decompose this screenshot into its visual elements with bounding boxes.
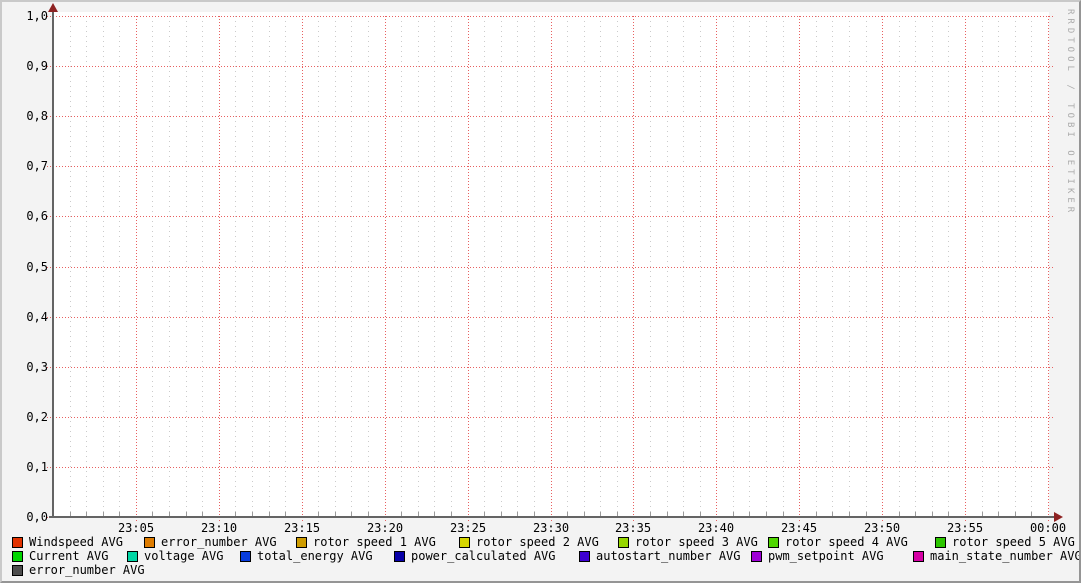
- gridline-major-v: [219, 16, 220, 521]
- gridline-major-h: [47, 166, 1055, 167]
- gridline-major-h: [47, 367, 1055, 368]
- y-tick-label: 0,5: [26, 260, 48, 274]
- legend-color-swatch: [459, 537, 470, 548]
- gridline-major-v: [385, 16, 386, 521]
- legend-color-swatch: [296, 537, 307, 548]
- legend-color-swatch: [12, 537, 23, 548]
- gridline-major-h: [47, 417, 1055, 418]
- rrdtool-graph: RRDTOOL / TOBI OETIKER 1,0 0,9 0,8 0,7 0,6 0,…: [0, 0, 1081, 583]
- legend-label: Windspeed AVG: [29, 535, 123, 549]
- gridline-major-v: [136, 16, 137, 521]
- gridline-major-v: [965, 16, 966, 521]
- legend-color-swatch: [935, 537, 946, 548]
- legend-item: total_energy AVG: [240, 550, 373, 563]
- y-tick-label: 0,2: [26, 410, 48, 424]
- y-tick-label: 0,4: [26, 310, 48, 324]
- legend-label: rotor speed 2 AVG: [476, 535, 599, 549]
- gridline-major-v: [882, 16, 883, 521]
- legend-label: total_energy AVG: [257, 549, 373, 563]
- x-tick-label: 00:00: [1029, 521, 1067, 535]
- y-tick-label: 0,7: [26, 159, 48, 173]
- y-axis-line: [52, 11, 54, 518]
- y-tick-label: 0,1: [26, 460, 48, 474]
- legend-item: rotor speed 1 AVG: [296, 536, 436, 549]
- gridline-major-v: [1048, 16, 1049, 521]
- legend-color-swatch: [12, 565, 23, 576]
- gridline-major-h: [47, 16, 1055, 17]
- gridline-major-h: [47, 467, 1055, 468]
- gridline-major-v: [716, 16, 717, 521]
- gridline-major-h: [47, 267, 1055, 268]
- legend-label: main_state_number AVG: [930, 549, 1081, 563]
- gridline-major-h: [47, 66, 1055, 67]
- legend-label: rotor speed 3 AVG: [635, 535, 758, 549]
- legend-item: main_state_number AVG: [913, 549, 1081, 563]
- gridline-major-v: [633, 16, 634, 521]
- x-tick-label: 23:15: [283, 521, 321, 535]
- x-tick-label: 23:45: [780, 521, 818, 535]
- legend-item: voltage AVG: [127, 550, 223, 563]
- gridline-major-h: [47, 317, 1055, 318]
- legend-color-swatch: [913, 551, 924, 562]
- gridline-major-v: [551, 16, 552, 521]
- x-tick-label: 23:30: [532, 521, 570, 535]
- legend-label: error_number AVG: [161, 535, 277, 549]
- legend-item: rotor speed 2 AVG: [459, 536, 599, 549]
- legend-item: pwm_setpoint AVG: [751, 550, 884, 563]
- y-tick-label: 0,8: [26, 109, 48, 123]
- legend-item: error_number AVG: [144, 536, 277, 549]
- legend-color-swatch: [144, 537, 155, 548]
- legend-color-swatch: [240, 551, 251, 562]
- x-tick-label: 23:40: [697, 521, 735, 535]
- legend-color-swatch: [751, 551, 762, 562]
- legend-item: Current AVG: [12, 550, 108, 563]
- gridline-major-v: [799, 16, 800, 521]
- x-tick-label: 23:20: [366, 521, 404, 535]
- x-tick-label: 23:55: [946, 521, 984, 535]
- y-axis-arrow-icon: [48, 3, 58, 12]
- x-tick-label: 23:50: [863, 521, 901, 535]
- legend-label: power_calculated AVG: [411, 549, 556, 563]
- legend-item: rotor speed 5 AVG: [935, 536, 1075, 549]
- x-tick-label: 23:10: [200, 521, 238, 535]
- legend-label: pwm_setpoint AVG: [768, 549, 884, 563]
- legend-label: error_number AVG: [29, 563, 145, 577]
- x-tick-label: 23:25: [449, 521, 487, 535]
- legend-item: error_number AVG: [12, 564, 145, 577]
- y-tick-label: 1,0: [26, 9, 48, 23]
- gridline-major-h: [47, 216, 1055, 217]
- gridline-major-v: [302, 16, 303, 521]
- legend-label: rotor speed 1 AVG: [313, 535, 436, 549]
- y-tick-label: 0,3: [26, 360, 48, 374]
- legend-label: rotor speed 5 AVG: [952, 535, 1075, 549]
- gridline-major-h: [47, 116, 1055, 117]
- x-axis-line: [49, 516, 1059, 518]
- x-tick-label: 23:35: [614, 521, 652, 535]
- y-tick-label: 0,0: [26, 510, 48, 524]
- legend-color-swatch: [579, 551, 590, 562]
- legend-color-swatch: [768, 537, 779, 548]
- legend-label: autostart_number AVG: [596, 549, 741, 563]
- legend-color-swatch: [12, 551, 23, 562]
- y-tick-label: 0,6: [26, 209, 48, 223]
- legend-color-swatch: [618, 537, 629, 548]
- legend-color-swatch: [127, 551, 138, 562]
- legend-item: Windspeed AVG: [12, 536, 123, 549]
- legend-item: rotor speed 3 AVG: [618, 536, 758, 549]
- legend-color-swatch: [394, 551, 405, 562]
- watermark: RRDTOOL / TOBI OETIKER: [1065, 9, 1075, 217]
- legend-label: voltage AVG: [144, 549, 224, 563]
- legend-item: rotor speed 4 AVG: [768, 536, 908, 549]
- legend-item: power_calculated AVG: [394, 550, 556, 563]
- x-tick-label: 23:05: [117, 521, 155, 535]
- gridline-major-v: [468, 16, 469, 521]
- legend-label: Current AVG: [29, 549, 109, 563]
- legend-item: autostart_number AVG: [579, 550, 741, 563]
- legend-label: rotor speed 4 AVG: [785, 535, 908, 549]
- y-tick-label: 0,9: [26, 59, 48, 73]
